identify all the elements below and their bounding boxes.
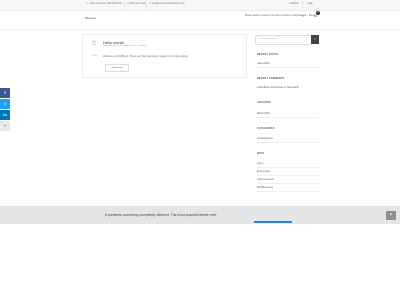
email-link[interactable]: ✉info@yourwebsiteaddress.com bbox=[149, 2, 185, 6]
envelope-icon: ✉ bbox=[149, 2, 152, 5]
sidebar-search-input[interactable]: Search keywords bbox=[255, 35, 312, 45]
read-more-button[interactable]: Read more bbox=[105, 64, 129, 72]
close-icon[interactable]: × bbox=[386, 211, 396, 220]
widget-title-categories: CATEGORIES bbox=[257, 127, 275, 130]
divider bbox=[257, 67, 319, 68]
chevron-right-icon: › bbox=[318, 137, 319, 140]
divider bbox=[257, 117, 319, 118]
chevron-right-icon: › bbox=[318, 170, 319, 173]
divider bbox=[257, 167, 319, 168]
archive-link[interactable]: March 2018 › bbox=[257, 112, 319, 115]
chevron-right-icon: › bbox=[318, 62, 319, 65]
meta-link-wordpress-org[interactable]: WordPress.org › bbox=[257, 186, 319, 189]
widget-title-recent-posts: RECENT POSTS bbox=[257, 53, 278, 56]
top-bar bbox=[0, 0, 400, 11]
chevron-right-icon: › bbox=[318, 162, 319, 165]
hours-info: ◷Mon-Sat 9-6pm bbox=[127, 2, 147, 5]
search-placeholder: Search keywords bbox=[260, 38, 277, 40]
wishlist-link[interactable]: ♡Wishlist bbox=[287, 2, 298, 6]
meta-link-entries-feed[interactable]: Entries feed › bbox=[257, 170, 319, 173]
meta-link-comments-feed[interactable]: Comments feed › bbox=[257, 178, 319, 181]
divider bbox=[257, 142, 319, 143]
divider bbox=[257, 183, 319, 184]
meta-link-login[interactable]: Log in › bbox=[257, 162, 319, 165]
chevron-right-icon: › bbox=[318, 112, 319, 115]
promo-text: Experience something completely differen… bbox=[105, 213, 218, 217]
post-date: 05 Mar 2018 bbox=[87, 40, 101, 58]
post-month: Mar bbox=[92, 44, 96, 46]
linkedin-icon[interactable]: in bbox=[0, 110, 10, 120]
phone-info: ☏Call us toll free: 000 0000 000 bbox=[86, 2, 122, 5]
clock-icon: ◷ bbox=[127, 2, 130, 5]
divider bbox=[257, 191, 319, 192]
login-link[interactable]: Login bbox=[307, 2, 313, 6]
divider bbox=[257, 175, 319, 176]
post-excerpt: Welcome to WordPress. This is your first… bbox=[103, 55, 189, 58]
recent-post-link[interactable]: Hello world! › bbox=[257, 62, 319, 65]
promo-progress bbox=[254, 221, 292, 223]
chevron-right-icon: › bbox=[318, 186, 319, 189]
divider bbox=[146, 1, 147, 9]
promo-bar: Experience something completely differen… bbox=[0, 206, 400, 224]
chevron-right-icon: › bbox=[318, 178, 319, 181]
phone-icon: ☏ bbox=[86, 2, 89, 5]
divider bbox=[302, 1, 303, 9]
widget-title-archives: ARCHIVES bbox=[257, 101, 271, 104]
nav-home-link[interactable]: Welcome bbox=[85, 17, 96, 20]
plus-icon[interactable]: + bbox=[0, 121, 10, 131]
post-card: 05 Mar 2018 Hello world! Posted by admin… bbox=[82, 34, 247, 78]
category-link[interactable]: Uncategorized › bbox=[257, 137, 319, 140]
recent-comment[interactable]: A WordPress Commenter on Hello world! bbox=[257, 87, 299, 89]
widget-title-recent-comments: RECENT COMMENTS bbox=[257, 77, 285, 80]
post-year: 2018 bbox=[91, 55, 97, 57]
facebook-icon[interactable]: f bbox=[0, 88, 10, 98]
divider bbox=[124, 1, 125, 9]
menu-notice: Please attach a menu to the menu locatio… bbox=[244, 14, 316, 17]
cart-count-badge: 0 bbox=[316, 11, 320, 15]
twitter-icon[interactable]: t bbox=[0, 99, 10, 109]
sidebar-search-button[interactable]: ⌕ bbox=[311, 35, 319, 44]
post-meta: Posted by admin | Uncategorized | 1 Comm… bbox=[103, 45, 147, 47]
heart-icon: ♡ bbox=[287, 2, 290, 5]
widget-title-meta: META bbox=[257, 152, 265, 155]
site-header bbox=[0, 11, 400, 30]
search-icon[interactable]: ⌕ bbox=[302, 13, 304, 18]
